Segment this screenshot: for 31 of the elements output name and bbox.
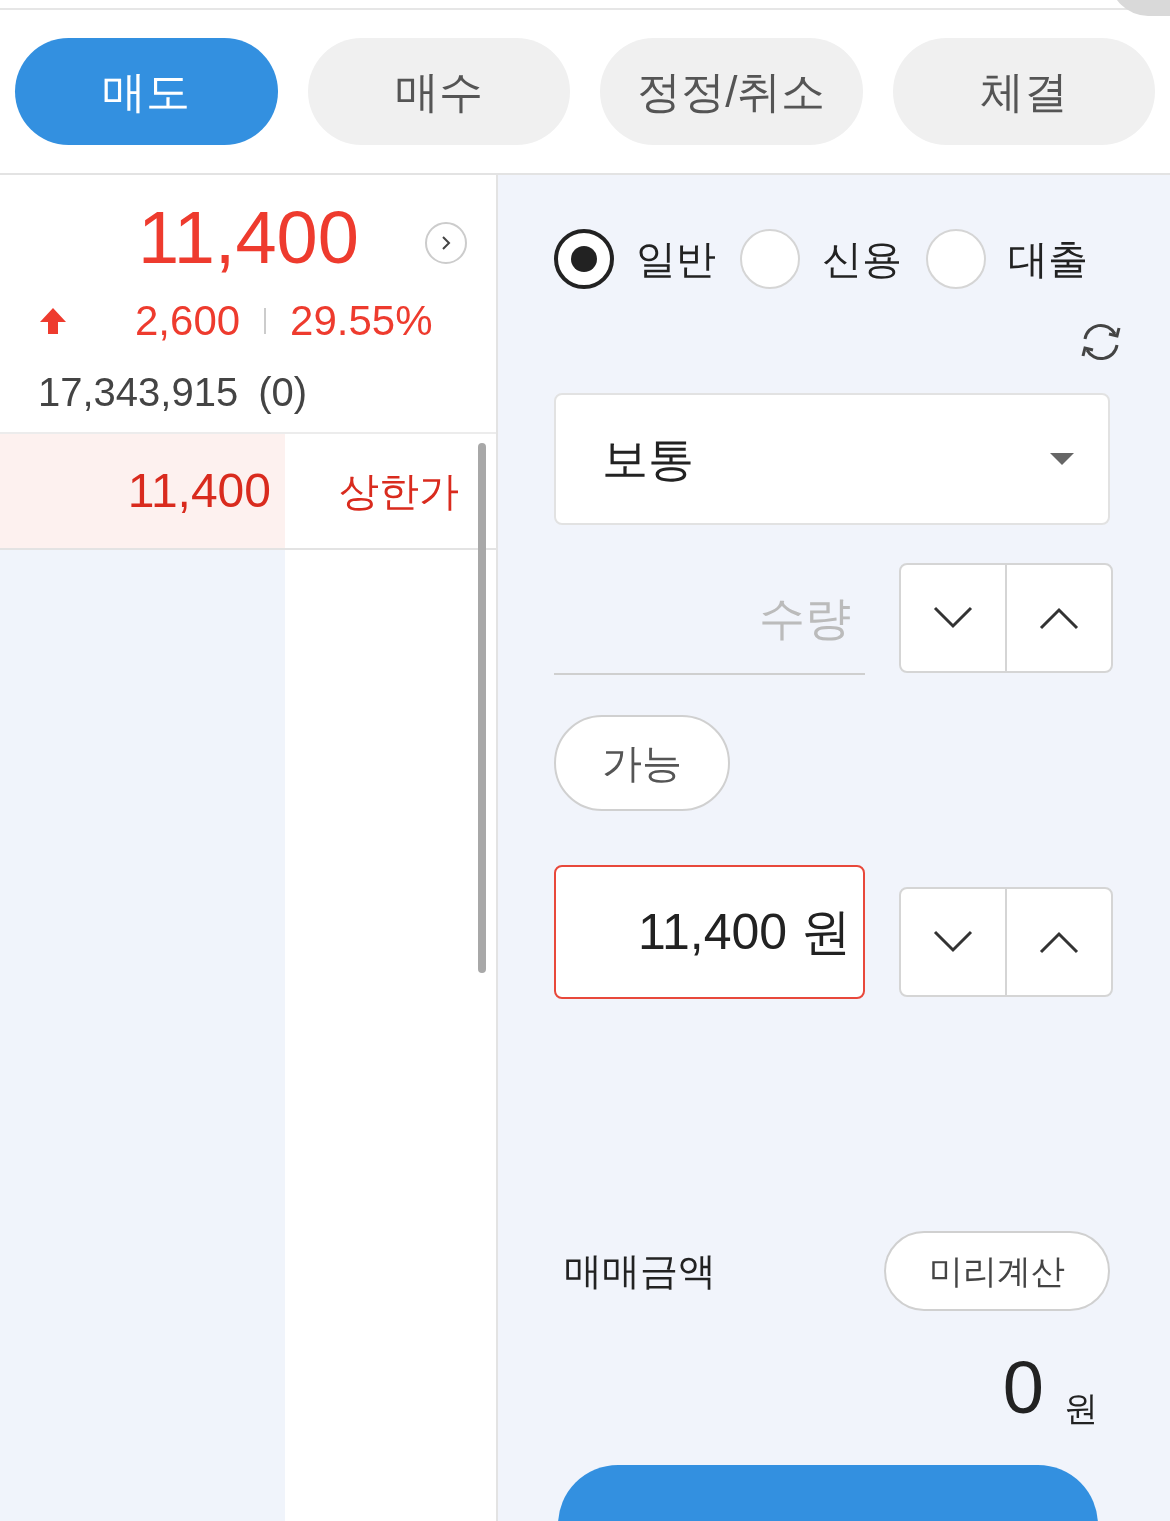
chevron-up-icon (1039, 606, 1079, 630)
tab[interactable]: 정정/취소 (600, 38, 863, 145)
radio-label: 대출 (1008, 236, 1088, 283)
trade-amount-label: 매매금액 (564, 1248, 716, 1294)
order-condition-dropdown[interactable]: 보통 (554, 393, 1110, 525)
tab[interactable]: 체결 (892, 38, 1155, 145)
chevron-right-icon (441, 235, 451, 251)
volume-change: (0) (258, 369, 308, 416)
order-book-price[interactable]: 11,400 (0, 434, 285, 548)
radio-button[interactable] (554, 229, 614, 289)
chevron-down-icon (933, 930, 973, 954)
precalculate-button[interactable]: 미리계산 (884, 1231, 1110, 1311)
radio-label: 신용 (822, 236, 902, 283)
price-limit-label: 상한가 (338, 468, 460, 515)
radio-label: 일반 (636, 236, 716, 283)
tab[interactable]: 매도 (15, 38, 278, 145)
quantity-field[interactable]: 수량 (554, 563, 865, 675)
available-button[interactable]: 가능 (554, 715, 730, 811)
detail-button[interactable] (425, 222, 467, 264)
chevron-up-icon (1039, 930, 1079, 954)
caret-down-icon (1050, 453, 1074, 465)
current-price: 11,400 (138, 201, 359, 275)
trade-amount-value: 0 (1002, 1351, 1044, 1425)
trade-volume: 17,343,915 (38, 369, 239, 416)
tab[interactable]: 매수 (307, 38, 570, 145)
price-field[interactable]: 11,400 원 (554, 865, 865, 999)
currency-unit: 원 (1064, 1391, 1098, 1425)
scrollbar[interactable] (478, 443, 486, 973)
price-change: 2,600 (135, 296, 241, 346)
chevron-down-icon (933, 606, 973, 630)
change-rate: 29.55% (290, 296, 433, 346)
